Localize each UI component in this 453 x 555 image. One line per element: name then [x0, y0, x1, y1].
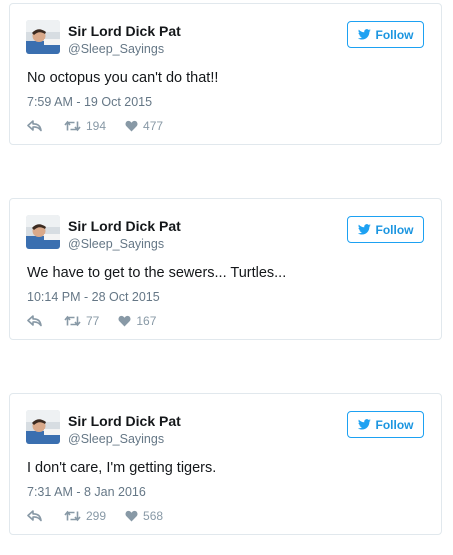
- heart-icon: [118, 315, 131, 327]
- tweet-text: No octopus you can't do that!!: [27, 70, 219, 86]
- tweet-actions: 194 477: [27, 118, 163, 134]
- like-button[interactable]: 167: [118, 314, 156, 328]
- reply-arrow-icon: [27, 315, 42, 327]
- twitter-bird-icon: [357, 419, 371, 430]
- retweet-button[interactable]: 299: [64, 509, 106, 523]
- tweet-card: Sir Lord Dick Pat @Sleep_Sayings Follow …: [9, 3, 442, 145]
- avatar[interactable]: [26, 20, 60, 54]
- like-count: 568: [143, 509, 164, 523]
- avatar[interactable]: [26, 410, 60, 444]
- follow-label: Follow: [375, 27, 414, 42]
- user-handle[interactable]: @Sleep_Sayings: [68, 432, 164, 446]
- follow-button[interactable]: Follow: [347, 21, 424, 48]
- reply-button[interactable]: [27, 510, 42, 522]
- user-handle[interactable]: @Sleep_Sayings: [68, 237, 164, 251]
- tweet-card: Sir Lord Dick Pat @Sleep_Sayings Follow …: [9, 198, 442, 340]
- reply-button[interactable]: [27, 315, 42, 327]
- tweet-actions: 77 167: [27, 313, 156, 329]
- avatar[interactable]: [26, 215, 60, 249]
- user-display-name[interactable]: Sir Lord Dick Pat: [68, 218, 181, 234]
- like-count: 167: [136, 314, 157, 328]
- like-button[interactable]: 568: [125, 509, 163, 523]
- reply-arrow-icon: [27, 120, 42, 132]
- retweet-icon: [64, 315, 81, 327]
- tweet-timestamp[interactable]: 7:31 AM - 8 Jan 2016: [27, 485, 146, 499]
- reply-arrow-icon: [27, 510, 42, 522]
- reply-button[interactable]: [27, 120, 42, 132]
- twitter-bird-icon: [357, 224, 371, 235]
- follow-label: Follow: [375, 222, 414, 237]
- follow-button[interactable]: Follow: [347, 216, 424, 243]
- follow-label: Follow: [375, 417, 414, 432]
- heart-icon: [125, 120, 138, 132]
- retweet-count: 77: [86, 314, 100, 328]
- like-button[interactable]: 477: [125, 119, 163, 133]
- tweet-card: Sir Lord Dick Pat @Sleep_Sayings Follow …: [9, 393, 442, 535]
- retweet-button[interactable]: 194: [64, 119, 106, 133]
- twitter-bird-icon: [357, 29, 371, 40]
- tweet-actions: 299 568: [27, 508, 163, 524]
- like-count: 477: [143, 119, 164, 133]
- retweet-count: 194: [86, 119, 107, 133]
- retweet-icon: [64, 510, 81, 522]
- heart-icon: [125, 510, 138, 522]
- tweet-text: We have to get to the sewers... Turtles.…: [27, 265, 287, 281]
- retweet-button[interactable]: 77: [64, 314, 99, 328]
- user-display-name[interactable]: Sir Lord Dick Pat: [68, 23, 181, 39]
- retweet-icon: [64, 120, 81, 132]
- tweet-timestamp[interactable]: 7:59 AM - 19 Oct 2015: [27, 95, 152, 109]
- retweet-count: 299: [86, 509, 107, 523]
- tweet-timestamp[interactable]: 10:14 PM - 28 Oct 2015: [27, 290, 160, 304]
- tweet-text: I don't care, I'm getting tigers.: [27, 460, 217, 476]
- user-display-name[interactable]: Sir Lord Dick Pat: [68, 413, 181, 429]
- follow-button[interactable]: Follow: [347, 411, 424, 438]
- user-handle[interactable]: @Sleep_Sayings: [68, 42, 164, 56]
